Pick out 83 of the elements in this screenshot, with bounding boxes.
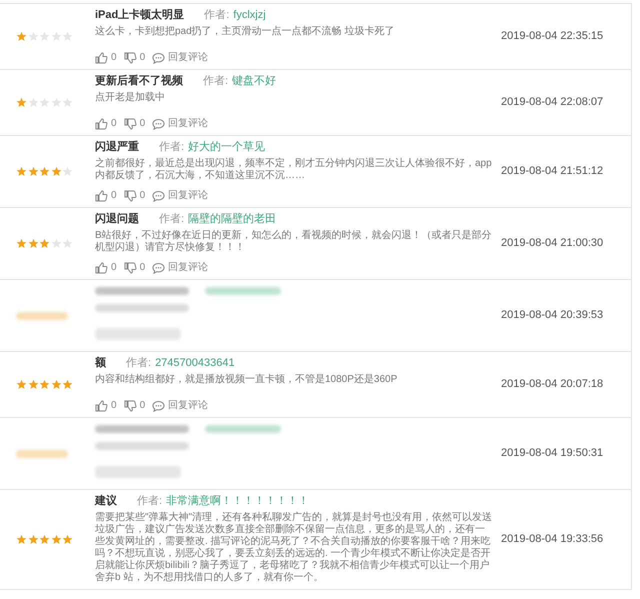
reply-button[interactable]: 回复评论	[152, 52, 208, 64]
author-name: 非常满意啊！！！！！！！！	[166, 495, 310, 508]
review-date: 2019-08-04 21:51:12	[501, 164, 604, 180]
author-name: 2745700433641	[155, 357, 235, 370]
thumbs-up-icon	[95, 262, 108, 274]
filled-star-icon	[62, 534, 73, 545]
speech-bubble-icon	[152, 52, 166, 64]
filled-star-icon	[39, 238, 50, 249]
review-text: 之前都很好，最近总是出现闪退，频率不定，刚才五分钟内闪退三次让人体验很不好，app内都反馈了，石沉大海，不知道这里沉不沉……	[95, 158, 493, 182]
like-button[interactable]: 0	[95, 190, 117, 202]
filled-star-icon	[50, 166, 62, 177]
review-text: 需要把某些"弹幕大神"清理，还有各种私聊发广告的，就算是封号也没有用，依然可以发送垃圾广告，建议广告发送次数多直接全部删除不保留一点信息，更多的是骂人的，还有一些发黄网址的，需要整改. 描写评论的泥马死了？不合关自动播放的你要客服干啥？用来吃吗？不想玩直说，别恶心我了，要丢立刻丢的远远的. 一个青少年模式不断让你决定是否开启就能让你厌烦bilibili？脑子秀逗了，老母猪吃了？我就不相信青少年模式可以让一个用户舍弃b 站，为不想用找借口的人多了，就有你一个。	[95, 512, 493, 584]
review-title: 额	[95, 357, 106, 370]
author-label: 作者:	[137, 495, 162, 508]
filled-star-icon	[28, 166, 38, 177]
dislike-button[interactable]: 0	[124, 118, 146, 130]
review-date: 2019-08-04 19:50:31	[501, 446, 604, 462]
filled-star-icon	[50, 379, 62, 390]
thumbs-up-icon	[95, 400, 108, 412]
review-text: B站很好，不过好像在近日的更新，知怎么的，看视频的时候，就会闪退！（或者只是部分机型闪退）请官方尽快修复！！！	[95, 230, 493, 254]
dislike-button[interactable]: 0	[124, 262, 146, 274]
dislike-button[interactable]: 0	[124, 190, 146, 202]
like-button[interactable]: 0	[95, 262, 117, 274]
speech-bubble-icon	[152, 400, 166, 412]
review-date: 2019-08-04 19:33:56	[501, 532, 604, 548]
author-name: 好大的一个草见	[188, 141, 266, 154]
review-text: 这么卡，卡到想把pad扔了，主页滑动一点一点都不流畅 垃圾卡死了	[95, 26, 396, 38]
author-name: 隔壁的隔壁的老田	[188, 213, 276, 226]
thumbs-up-icon	[95, 190, 108, 202]
thumbs-down-icon	[124, 118, 137, 130]
thumbs-up-icon	[95, 52, 108, 64]
blurred-rating	[16, 312, 68, 320]
review-date: 2019-08-04 22:08:07	[501, 95, 604, 110]
review-date: 2019-08-04 20:39:53	[501, 308, 604, 324]
filled-star-icon	[62, 379, 73, 390]
filled-star-icon	[28, 534, 38, 545]
author-label: 作者:	[203, 75, 228, 88]
review-date: 2019-08-04 22:35:15	[501, 29, 604, 44]
review-date: 2019-08-04 20:07:18	[501, 377, 604, 392]
thumbs-down-icon	[124, 262, 137, 274]
review-title: 闪退问题	[95, 213, 139, 226]
like-button[interactable]: 0	[95, 52, 117, 64]
filled-star-icon	[16, 379, 27, 390]
reply-button[interactable]: 回复评论	[152, 262, 208, 274]
filled-star-icon	[39, 534, 50, 545]
review-date: 2019-08-04 21:00:30	[501, 236, 604, 252]
author-label: 作者:	[126, 357, 152, 370]
author-label: 作者:	[159, 141, 184, 154]
review-title: iPad上卡顿太明显	[95, 9, 184, 22]
review-text: 内容和结构组都好，就是播放视频一直卡顿，不管是1080P还是360P	[95, 374, 398, 386]
thumbs-down-icon	[124, 190, 137, 202]
filled-star-icon	[50, 534, 62, 545]
filled-star-icon	[16, 97, 27, 108]
like-button[interactable]: 0	[95, 118, 117, 130]
speech-bubble-icon	[152, 262, 166, 274]
filled-star-icon	[16, 166, 27, 177]
filled-star-icon	[28, 238, 38, 249]
blurred-rating	[16, 450, 68, 458]
reply-button[interactable]: 回复评论	[152, 400, 208, 412]
dislike-button[interactable]: 0	[124, 400, 146, 412]
review-text: 点开老是加载中	[95, 92, 166, 104]
filled-star-icon	[16, 31, 27, 42]
speech-bubble-icon	[152, 190, 166, 202]
author-name: fyclxjzj	[233, 9, 266, 22]
dislike-button[interactable]: 0	[124, 52, 146, 64]
thumbs-down-icon	[124, 52, 137, 64]
like-button[interactable]: 0	[95, 400, 117, 412]
review-title: 建议	[95, 495, 117, 508]
thumbs-down-icon	[124, 400, 137, 412]
reply-button[interactable]: 回复评论	[152, 118, 208, 130]
author-name: 键盘不好	[232, 75, 276, 88]
author-label: 作者:	[159, 213, 184, 226]
filled-star-icon	[39, 379, 50, 390]
thumbs-up-icon	[95, 118, 108, 130]
filled-star-icon	[16, 534, 27, 545]
filled-star-icon	[28, 379, 38, 390]
filled-star-icon	[16, 238, 27, 249]
author-label: 作者:	[204, 9, 230, 22]
reply-button[interactable]: 回复评论	[152, 190, 208, 202]
speech-bubble-icon	[152, 118, 166, 130]
review-title: 更新后看不了视频	[95, 75, 183, 88]
filled-star-icon	[39, 166, 50, 177]
review-title: 闪退严重	[95, 141, 139, 154]
